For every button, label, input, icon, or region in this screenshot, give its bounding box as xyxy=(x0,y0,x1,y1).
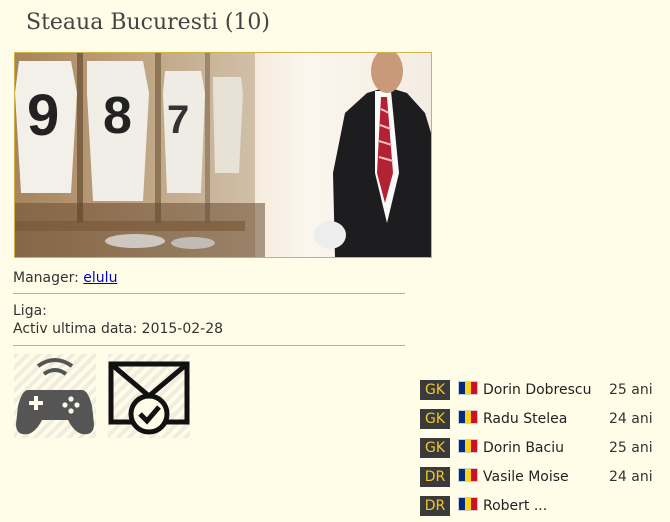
activ-date: 2015-02-28 xyxy=(141,321,224,337)
player-row[interactable]: DR Vasile Moise 24 ani xyxy=(419,464,670,493)
players-list: GK Dorin Dobrescu 25 ani GK Radu Stelea … xyxy=(419,377,670,522)
player-row[interactable]: GK Dorin Dobrescu 25 ani xyxy=(419,377,670,406)
jersey-number-8: 8 xyxy=(103,87,132,145)
team-banner-image: 9 8 7 xyxy=(14,52,432,258)
position-badge: DR xyxy=(420,496,450,516)
player-row[interactable]: GK Dorin Baciu 25 ani xyxy=(419,435,670,464)
player-name: Dorin Dobrescu xyxy=(483,382,592,398)
activ-row: Activ ultima data: 2015-02-28 xyxy=(13,321,223,337)
player-row[interactable]: GK Radu Stelea 24 ani xyxy=(419,406,670,435)
player-name: Dorin Baciu xyxy=(483,440,564,456)
activ-label: Activ ultima data: xyxy=(13,321,138,337)
player-age: 24 ani xyxy=(609,411,653,427)
player-age: 25 ani xyxy=(609,440,653,456)
romania-flag-icon xyxy=(458,497,478,511)
jersey-number-9: 9 xyxy=(27,83,59,148)
liga-label: Liga: xyxy=(13,303,47,319)
position-badge: GK xyxy=(420,438,450,458)
romania-flag-icon xyxy=(458,468,478,482)
mail-check-icon[interactable] xyxy=(108,354,190,438)
player-row[interactable]: DR Robert ... xyxy=(419,493,670,522)
player-age: 24 ani xyxy=(609,469,653,485)
position-badge: GK xyxy=(420,409,450,429)
manager-label: Manager: xyxy=(13,270,79,286)
player-name: Vasile Moise xyxy=(483,469,569,485)
position-badge: DR xyxy=(420,467,450,487)
jersey-number-7: 7 xyxy=(167,98,189,142)
position-badge: GK xyxy=(420,380,450,400)
player-age: 25 ani xyxy=(609,382,653,398)
manager-link[interactable]: elulu xyxy=(83,270,117,286)
romania-flag-icon xyxy=(458,381,478,395)
gamepad-icon[interactable] xyxy=(14,354,96,438)
romania-flag-icon xyxy=(458,439,478,453)
page-title: Steaua Bucuresti (10) xyxy=(26,10,271,35)
player-name: Radu Stelea xyxy=(483,411,568,427)
player-name: Robert ... xyxy=(483,498,548,514)
divider xyxy=(13,293,405,294)
divider xyxy=(13,345,405,346)
manager-row: Manager: elulu xyxy=(13,270,117,286)
romania-flag-icon xyxy=(458,410,478,424)
